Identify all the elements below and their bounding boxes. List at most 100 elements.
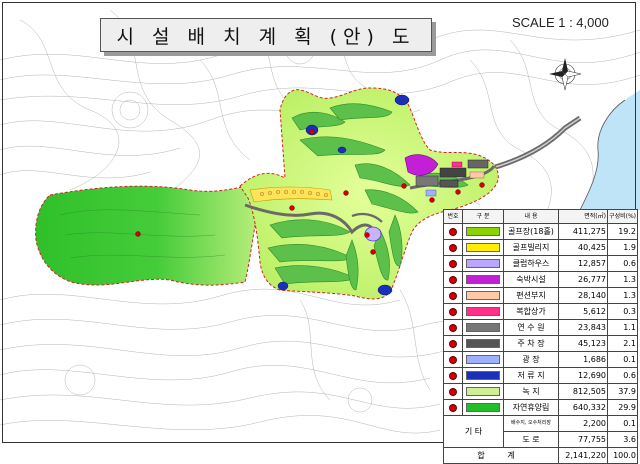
legend-row: 연 수 원 23,843 1.1 [443,319,638,336]
legend-swatch-cell [462,271,504,288]
legend-item-name: 골프장(18홀) [503,223,559,240]
legend-header-row: 번호 구 분 내 용 면적(㎡) 구성비(%) [443,209,638,224]
legend-item-area: 1,686 [558,351,608,368]
recreation-forest-area [35,185,259,286]
legend-item-name: 복합상가 [503,303,559,320]
legend-swatch-cell [462,319,504,336]
legend-bullet [443,255,463,272]
pension-site [469,171,485,179]
legend-row: 골프장(18홀) 411,275 19.2 [443,223,638,240]
bullet-dot-icon [449,227,457,236]
legend-row: 편션부지 28,140 1.3 [443,287,638,304]
legend-item-pct: 2.1 [607,335,638,352]
legend-swatch-cell [462,383,504,400]
compass-rose-icon [549,58,582,91]
legend-item-pct: 37.9 [607,383,638,400]
legend-item-area: 23,843 [558,319,608,336]
legend-bullet [443,223,463,240]
bullet-dot-icon [449,355,457,364]
legend-row: 숙박시설 26,777 1.3 [443,271,638,288]
legend-swatch [466,307,500,316]
legend-item-pct: 0.3 [607,303,638,320]
legend-row: 클럽하우스 12,857 0.6 [443,255,638,272]
legend-bullet [443,335,463,352]
bullet-dot-icon [449,307,457,316]
legend-swatch [466,227,500,236]
legend-item-pct: 29.9 [607,399,638,416]
legend-item-area: 640,332 [558,399,608,416]
legend-item-area: 411,275 [558,223,608,240]
legend-item-pct: 1.1 [607,319,638,336]
legend-etc-label: 기 타 [443,415,504,448]
bullet-dot-icon [449,291,457,300]
bullet-dot-icon [449,243,457,252]
bullet-dot-icon [449,371,457,380]
legend-etc-area: 2,200 [558,415,608,432]
scale-label: SCALE 1 : 4,000 [512,15,609,30]
legend-row: 광 장 1,686 0.1 [443,351,638,368]
legend-swatch [466,259,500,268]
legend-item-name: 연 수 원 [503,319,559,336]
legend-header-area: 면적(㎡) [558,209,608,224]
legend-item-pct: 1.3 [607,287,638,304]
legend-item-pct: 0.6 [607,367,638,384]
legend-item-area: 28,140 [558,287,608,304]
bullet-dot-icon [449,339,457,348]
legend-item-name: 저 류 지 [503,367,559,384]
legend-etc-pct: 3.6 [607,431,638,448]
training-center [415,175,439,187]
legend-swatch-cell [462,255,504,272]
legend-item-area: 26,777 [558,271,608,288]
legend-bullet [443,399,463,416]
legend-swatch [466,243,500,252]
legend-etc-name: 배수지, 오수처리장 [503,415,559,432]
legend-swatch-cell [462,367,504,384]
legend-header-ratio: 구성비(%) [607,209,638,224]
plaza [425,189,437,197]
legend-row: 주 차 장 45,123 2.1 [443,335,638,352]
legend-total-area: 2,141,220 [558,447,608,464]
legend-item-area: 812,505 [558,383,608,400]
legend-etc-area: 77,755 [558,431,608,448]
legend-item-pct: 1.9 [607,239,638,256]
legend-item-name: 광 장 [503,351,559,368]
bullet-dot-icon [449,259,457,268]
title-box: 시 설 배 치 계 획 (안) 도 [100,18,432,52]
legend-bullet [443,351,463,368]
legend-item-area: 5,612 [558,303,608,320]
legend-row: 자연휴양림 640,332 29.9 [443,399,638,416]
legend-swatch-cell [462,303,504,320]
commercial-complex [451,161,463,168]
legend-bullet [443,383,463,400]
legend-bullet [443,319,463,336]
legend-etc-name: 도 로 [503,431,559,448]
bullet-dot-icon [449,275,457,284]
legend-etc-row: 기 타 배수지, 오수처리장 2,200 0.1 [443,415,638,448]
legend-swatch-cell [462,351,504,368]
legend-header-number: 번호 [443,209,463,224]
parking-lot [439,167,467,178]
legend-item-pct: 19.2 [607,223,638,240]
legend-row: 복합상가 5,612 0.3 [443,303,638,320]
legend-etc-pct: 0.1 [607,415,638,432]
bullet-dot-icon [449,323,457,332]
legend-item-pct: 0.6 [607,255,638,272]
legend-bullet [443,271,463,288]
legend-bullet [443,287,463,304]
legend-swatch [466,387,500,396]
legend-swatch-cell [462,287,504,304]
legend-swatch [466,339,500,348]
legend-item-area: 12,857 [558,255,608,272]
legend-swatch [466,371,500,380]
bullet-dot-icon [449,403,457,412]
legend-header-category: 구 분 [462,209,504,224]
legend-header-content: 내 용 [503,209,559,224]
legend-row: 저 류 지 12,690 0.6 [443,367,638,384]
legend-bullet [443,239,463,256]
legend-total-row: 합 계 2,141,220 100.0 [443,447,638,464]
legend-bullet [443,367,463,384]
legend-swatch [466,403,500,412]
legend-row: 녹 지 812,505 37.9 [443,383,638,400]
legend-row: 골프빌리지 40,425 1.9 [443,239,638,256]
bullet-dot-icon [449,387,457,396]
